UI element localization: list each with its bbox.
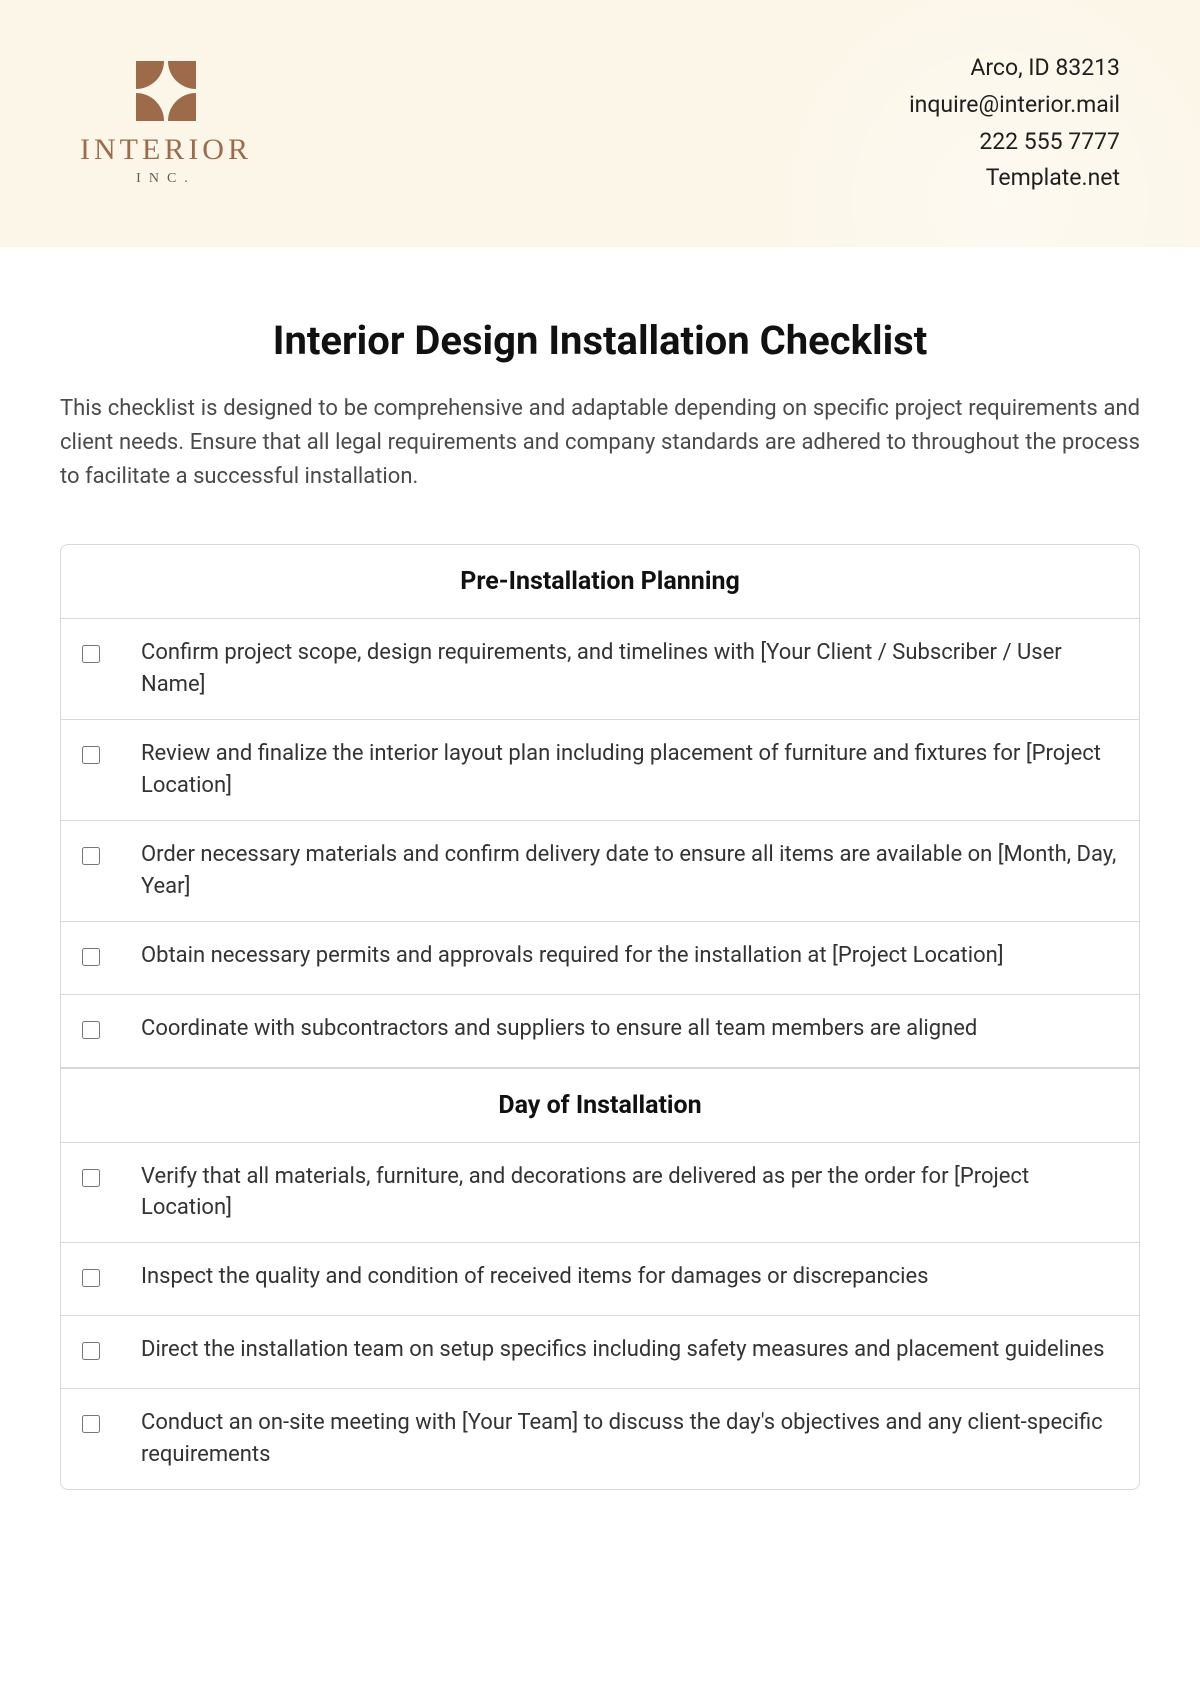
section-heading: Day of Installation [61, 1068, 1139, 1143]
checklist-item-text: Conduct an on-site meeting with [Your Te… [121, 1389, 1139, 1489]
section-header-row: Day of Installation [61, 1068, 1139, 1143]
contact-site: Template.net [909, 160, 1120, 197]
checklist-row: Review and finalize the interior layout … [61, 720, 1139, 821]
checklist-row: Direct the installation team on setup sp… [61, 1316, 1139, 1389]
checklist-row: Confirm project scope, design requiremen… [61, 619, 1139, 720]
contact-phone: 222 555 7777 [909, 124, 1120, 161]
intro-paragraph: This checklist is designed to be compreh… [60, 392, 1140, 494]
section-heading: Pre-Installation Planning [61, 545, 1139, 619]
header-band: INTERIOR INC. Arco, ID 83213 inquire@int… [0, 0, 1200, 247]
contact-block: Arco, ID 83213 inquire@interior.mail 222… [909, 50, 1120, 197]
checklist-checkbox[interactable] [82, 1021, 100, 1039]
logo-subtext: INC. [136, 171, 196, 187]
checklist-item-text: Coordinate with subcontractors and suppl… [121, 995, 1139, 1068]
section-header-row: Pre-Installation Planning [61, 545, 1139, 619]
document-body: Interior Design Installation Checklist T… [0, 247, 1200, 1490]
checklist-item-text: Obtain necessary permits and approvals r… [121, 922, 1139, 995]
logo-block: INTERIOR INC. [80, 61, 252, 187]
checklist-table: Pre-Installation Planning Confirm projec… [60, 544, 1140, 1489]
checklist-item-text: Verify that all materials, furniture, an… [121, 1143, 1139, 1244]
contact-email: inquire@interior.mail [909, 87, 1120, 124]
logo-name: INTERIOR [80, 133, 252, 167]
checklist-item-text: Review and finalize the interior layout … [121, 720, 1139, 821]
checklist-row: Obtain necessary permits and approvals r… [61, 922, 1139, 995]
checklist-item-text: Order necessary materials and confirm de… [121, 821, 1139, 922]
checklist-checkbox[interactable] [82, 1342, 100, 1360]
page-title: Interior Design Installation Checklist [60, 317, 1140, 364]
checklist-checkbox[interactable] [82, 645, 100, 663]
checklist-checkbox[interactable] [82, 1269, 100, 1287]
checklist-checkbox[interactable] [82, 746, 100, 764]
checklist-row: Verify that all materials, furniture, an… [61, 1143, 1139, 1244]
checklist-checkbox[interactable] [82, 1169, 100, 1187]
checklist-row: Inspect the quality and condition of rec… [61, 1243, 1139, 1316]
checklist-item-text: Direct the installation team on setup sp… [121, 1316, 1139, 1389]
checklist-row: Order necessary materials and confirm de… [61, 821, 1139, 922]
logo-icon [136, 61, 196, 121]
checklist-item-text: Inspect the quality and condition of rec… [121, 1243, 1139, 1316]
checklist-checkbox[interactable] [82, 1415, 100, 1433]
checklist-checkbox[interactable] [82, 847, 100, 865]
checklist-row: Coordinate with subcontractors and suppl… [61, 995, 1139, 1068]
checklist-row: Conduct an on-site meeting with [Your Te… [61, 1389, 1139, 1489]
contact-address: Arco, ID 83213 [909, 50, 1120, 87]
checklist-item-text: Confirm project scope, design requiremen… [121, 619, 1139, 720]
checklist-checkbox[interactable] [82, 948, 100, 966]
